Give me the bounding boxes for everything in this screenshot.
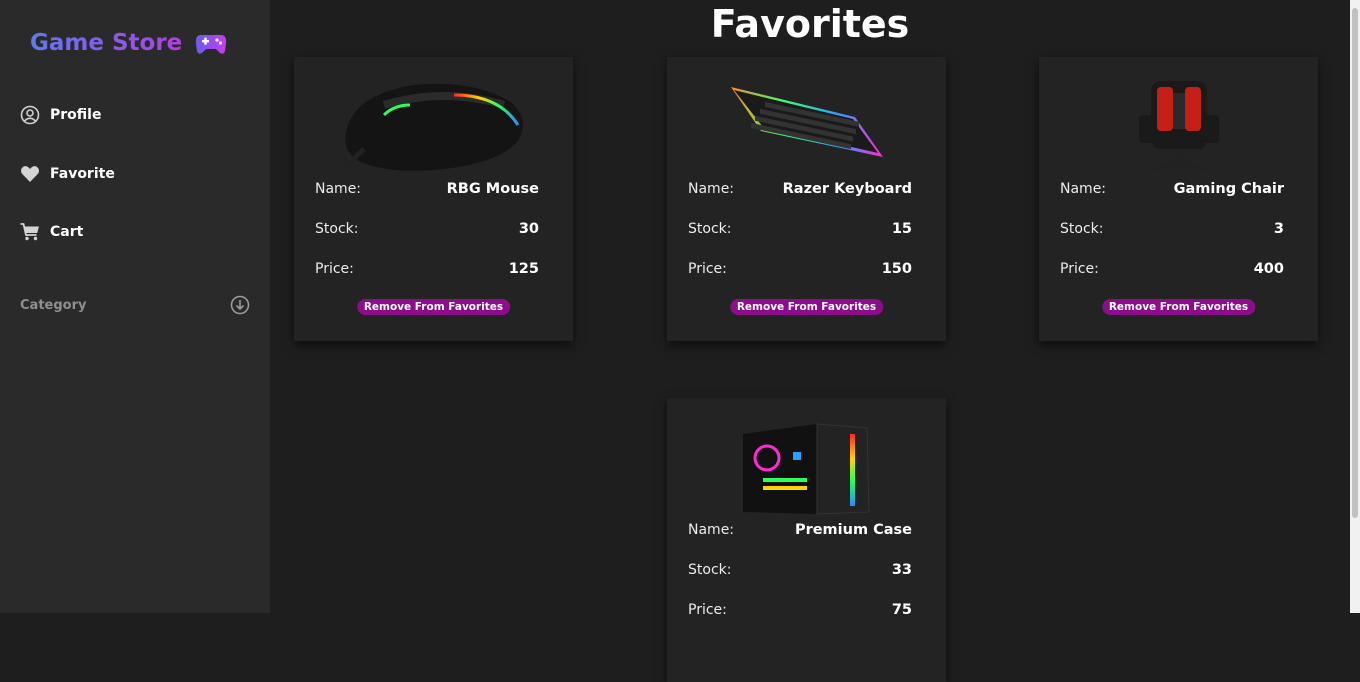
stock-label: Stock:	[688, 221, 732, 237]
product-price-row: Price: 150	[688, 261, 912, 277]
product-card: Name: Razer Keyboard Stock: 15 Price: 15…	[667, 57, 946, 341]
cart-icon	[20, 223, 39, 241]
product-name: Premium Case	[794, 522, 912, 538]
product-stock: 15	[891, 221, 912, 237]
product-name: Razer Keyboard	[782, 181, 912, 197]
name-label: Name:	[1060, 181, 1107, 197]
product-name-row: Name: Gaming Chair	[1060, 181, 1284, 197]
page-title: Favorites	[710, 2, 910, 46]
product-card: Name: Gaming Chair Stock: 3 Price: 400 R…	[1039, 57, 1318, 341]
product-stock-row: Stock: 30	[315, 221, 539, 237]
price-label: Price:	[1060, 261, 1099, 277]
product-name-row: Name: Razer Keyboard	[688, 181, 912, 197]
product-name-row: Name: Premium Case	[688, 522, 912, 538]
product-stock-row: Stock: 33	[688, 562, 912, 578]
remove-from-favorites-button[interactable]: Remove From Favorites	[356, 299, 511, 315]
sidebar-item-label: Profile	[50, 107, 102, 123]
product-price: 400	[1253, 261, 1284, 277]
user-circle-icon	[20, 105, 40, 125]
product-stock: 30	[518, 221, 539, 237]
sidebar-item-cart[interactable]: Cart	[20, 220, 83, 244]
price-label: Price:	[688, 261, 727, 277]
gamepad-icon	[195, 35, 227, 54]
gaming-mouse-image	[339, 83, 523, 177]
product-stock: 3	[1273, 221, 1284, 237]
sidebar-item-label: Favorite	[50, 166, 115, 182]
product-price-row: Price: 125	[315, 261, 539, 277]
rgb-keyboard-image	[731, 87, 883, 157]
arrow-down-circle-icon[interactable]	[230, 295, 250, 315]
sidebar-item-favorite[interactable]: Favorite	[20, 162, 115, 186]
category-dropdown[interactable]: Category	[20, 295, 250, 315]
product-price-row: Price: 75	[688, 602, 912, 618]
sidebar-item-label: Cart	[50, 224, 84, 240]
pc-case-image	[743, 423, 870, 515]
product-name: RBG Mouse	[446, 181, 539, 197]
name-label: Name:	[688, 522, 735, 538]
gaming-chair-image	[1139, 81, 1219, 173]
scrollbar-thumb[interactable]	[1352, 8, 1358, 518]
product-card: Name: RBG Mouse Stock: 30 Price: 125 Rem…	[294, 57, 573, 341]
product-name: Gaming Chair	[1173, 181, 1284, 197]
stock-label: Stock:	[315, 221, 359, 237]
page-scrollbar[interactable]	[1350, 0, 1360, 613]
name-label: Name:	[315, 181, 362, 197]
name-label: Name:	[688, 181, 735, 197]
product-stock-row: Stock: 3	[1060, 221, 1284, 237]
product-stock-row: Stock: 15	[688, 221, 912, 237]
category-label: Category	[20, 297, 87, 313]
product-price: 75	[891, 602, 912, 618]
product-stock: 33	[891, 562, 912, 578]
stock-label: Stock:	[688, 562, 732, 578]
app-logo-text[interactable]: Game Store	[30, 30, 182, 56]
price-label: Price:	[315, 261, 354, 277]
remove-from-favorites-button[interactable]: Remove From Favorites	[1101, 299, 1256, 315]
product-name-row: Name: RBG Mouse	[315, 181, 539, 197]
stock-label: Stock:	[1060, 221, 1104, 237]
sidebar: Game Store Profile Favorite Cart Categor…	[0, 0, 270, 613]
product-price: 150	[881, 261, 912, 277]
price-label: Price:	[688, 602, 727, 618]
product-price-row: Price: 400	[1060, 261, 1284, 277]
product-card: Name: Premium Case Stock: 33 Price: 75	[667, 398, 946, 682]
heart-icon	[20, 166, 40, 182]
sidebar-item-profile[interactable]: Profile	[20, 103, 101, 127]
remove-from-favorites-button[interactable]: Remove From Favorites	[729, 299, 884, 315]
product-price: 125	[508, 261, 539, 277]
